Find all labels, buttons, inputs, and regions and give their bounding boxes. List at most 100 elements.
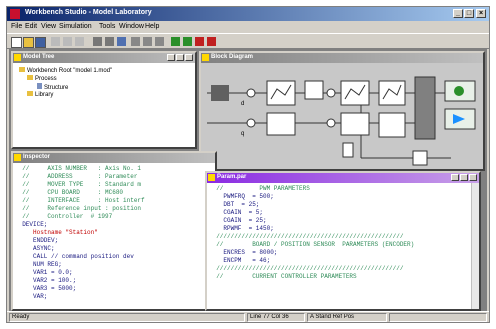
tree-item-label: Workbench Root "model 1.mod": [27, 68, 113, 74]
inspector-window[interactable]: Inspector // AXIS NUMBER : Axis No. 1 //…: [11, 151, 217, 311]
inspector-window-titlebar[interactable]: Inspector: [13, 153, 215, 163]
param-close-button[interactable]: [469, 174, 477, 181]
tree-minimize-button[interactable]: [167, 54, 175, 61]
code-line: CGAIN = 5;: [209, 209, 264, 216]
param-editor-titlebar[interactable]: Param.par: [207, 173, 479, 183]
menu-file[interactable]: File: [11, 23, 22, 30]
code-line: // CURRENT CONTROLLER PARAMETERS: [209, 273, 357, 280]
controller-block-7: [378, 112, 406, 138]
zoom-icon[interactable]: [143, 37, 152, 46]
code-line: RPWMF = 1450;: [209, 225, 274, 232]
step-icon[interactable]: [183, 37, 192, 46]
tree-item-structure[interactable]: Structure: [37, 83, 68, 91]
code-line: ////////////////////////////////////////…: [209, 265, 404, 272]
diagram-window-titlebar[interactable]: Block Diagram: [201, 53, 483, 63]
code-line: ENCRES = 8000;: [209, 249, 278, 256]
help-icon[interactable]: [117, 37, 126, 46]
open-folder-icon[interactable]: [23, 37, 34, 48]
code-line: VAR;: [15, 293, 48, 300]
transform-block: [414, 76, 436, 140]
code-line: // CPU BOARD : MC680: [15, 189, 124, 196]
param-maximize-button[interactable]: [460, 174, 468, 181]
new-file-icon[interactable]: [11, 37, 22, 48]
preview-icon[interactable]: [105, 37, 114, 46]
status-extra: [389, 313, 487, 322]
sum-junction: [246, 118, 256, 128]
break-icon[interactable]: [207, 37, 216, 46]
title-bar[interactable]: Workbench Studio - Model Laboratory _ □ …: [7, 7, 489, 21]
tree-close-button[interactable]: [185, 54, 193, 61]
code-line: VAR3 = 5000;: [15, 285, 77, 292]
code-line: VAR2 = 100.;: [15, 277, 77, 284]
menu-tools[interactable]: Tools: [99, 23, 115, 30]
application-window: Workbench Studio - Model Laboratory _ □ …: [6, 6, 490, 323]
input-block: [211, 85, 229, 101]
print-icon[interactable]: [93, 37, 102, 46]
stop-icon[interactable]: [195, 37, 204, 46]
code-line: Hostname "Station": [15, 229, 98, 236]
cut-icon[interactable]: [51, 37, 60, 46]
minimize-button[interactable]: _: [453, 9, 463, 18]
menu-view[interactable]: View: [41, 23, 56, 30]
code-line: // Controller # 1997: [15, 213, 113, 220]
menu-window[interactable]: Window: [119, 23, 144, 30]
motor-icon: [454, 86, 464, 96]
tree-window-title: Model Tree: [23, 54, 55, 60]
menu-bar: File Edit View Simulation Tools Window H…: [7, 21, 489, 33]
param-editor-title: Param.par: [217, 174, 247, 180]
diagram-window-icon: [202, 54, 209, 61]
signal-label-d: d: [241, 101, 244, 107]
tree-window[interactable]: Model Tree Workbench Root "model 1.mod" …: [11, 51, 197, 149]
block-diagram-canvas[interactable]: d q: [201, 63, 483, 169]
paste-icon[interactable]: [75, 37, 84, 46]
tree-item-library[interactable]: Library: [27, 91, 53, 98]
grid-icon[interactable]: [131, 37, 140, 46]
tree-item-root[interactable]: Workbench Root "model 1.mod": [19, 67, 112, 74]
vertical-scrollbar[interactable]: [471, 183, 479, 309]
menu-help[interactable]: Help: [145, 23, 159, 30]
code-line: // INTERFACE : Host interf: [15, 197, 145, 204]
tree-item-process[interactable]: Process: [27, 75, 57, 82]
tree-window-titlebar[interactable]: Model Tree: [13, 53, 195, 63]
diagram-window[interactable]: Block Diagram d q: [199, 51, 485, 171]
controller-block-6: [378, 80, 406, 106]
fit-icon[interactable]: [155, 37, 164, 46]
code-line: VAR1 = 0.0;: [15, 269, 73, 276]
inspector-window-icon: [14, 154, 21, 161]
inspector-window-title: Inspector: [23, 154, 51, 160]
status-position: Line 77 Col 36: [247, 313, 305, 322]
status-bar: Ready Line 77 Col 36 A Stand Ref Pos: [7, 311, 489, 323]
code-line: // MOVER TYPE : Standard m: [15, 181, 142, 188]
code-editor-1[interactable]: // AXIS NUMBER : Axis No. 1 // ADDRESS :…: [15, 165, 145, 301]
menu-edit[interactable]: Edit: [25, 23, 37, 30]
param-editor-window[interactable]: Param.par // PWM PARAMETERS PWMFRQ = 500…: [205, 171, 481, 311]
feedback-block: [412, 150, 428, 166]
run-icon[interactable]: [171, 37, 180, 46]
mdi-workspace: Model Tree Workbench Root "model 1.mod" …: [9, 49, 487, 311]
close-button[interactable]: ×: [476, 9, 486, 18]
tree-maximize-button[interactable]: [176, 54, 184, 61]
controller-block-4: [340, 80, 370, 106]
menu-simulation[interactable]: Simulation: [59, 23, 92, 30]
code-line: // AXIS NUMBER : Axis No. 1: [15, 165, 142, 172]
code-line: // Reference input : position: [15, 205, 142, 212]
code-editor-2[interactable]: // PWM PARAMETERS PWMFRQ = 500; DBT = 25…: [209, 185, 414, 281]
toolbar: [7, 33, 489, 49]
tree-window-icon: [14, 54, 21, 61]
window-title: Workbench Studio - Model Laboratory: [25, 9, 152, 16]
code-line: // BOARD / POSITION SENSOR PARAMETERS (E…: [209, 241, 415, 248]
status-mode: A Stand Ref Pos: [307, 313, 387, 322]
save-icon[interactable]: [35, 37, 46, 48]
maximize-button[interactable]: □: [464, 9, 474, 18]
folder-icon: [27, 75, 33, 80]
code-line: DEVICE;: [15, 221, 48, 228]
folder-icon: [27, 91, 33, 96]
controller-block-2: [266, 112, 296, 136]
probe-block: [342, 142, 354, 158]
status-message: Ready: [9, 313, 245, 322]
code-line: ////////////////////////////////////////…: [209, 233, 404, 240]
copy-icon[interactable]: [63, 37, 72, 46]
param-minimize-button[interactable]: [451, 174, 459, 181]
code-line: ASYNC;: [15, 245, 55, 252]
code-line: ENDDEV;: [15, 237, 59, 244]
